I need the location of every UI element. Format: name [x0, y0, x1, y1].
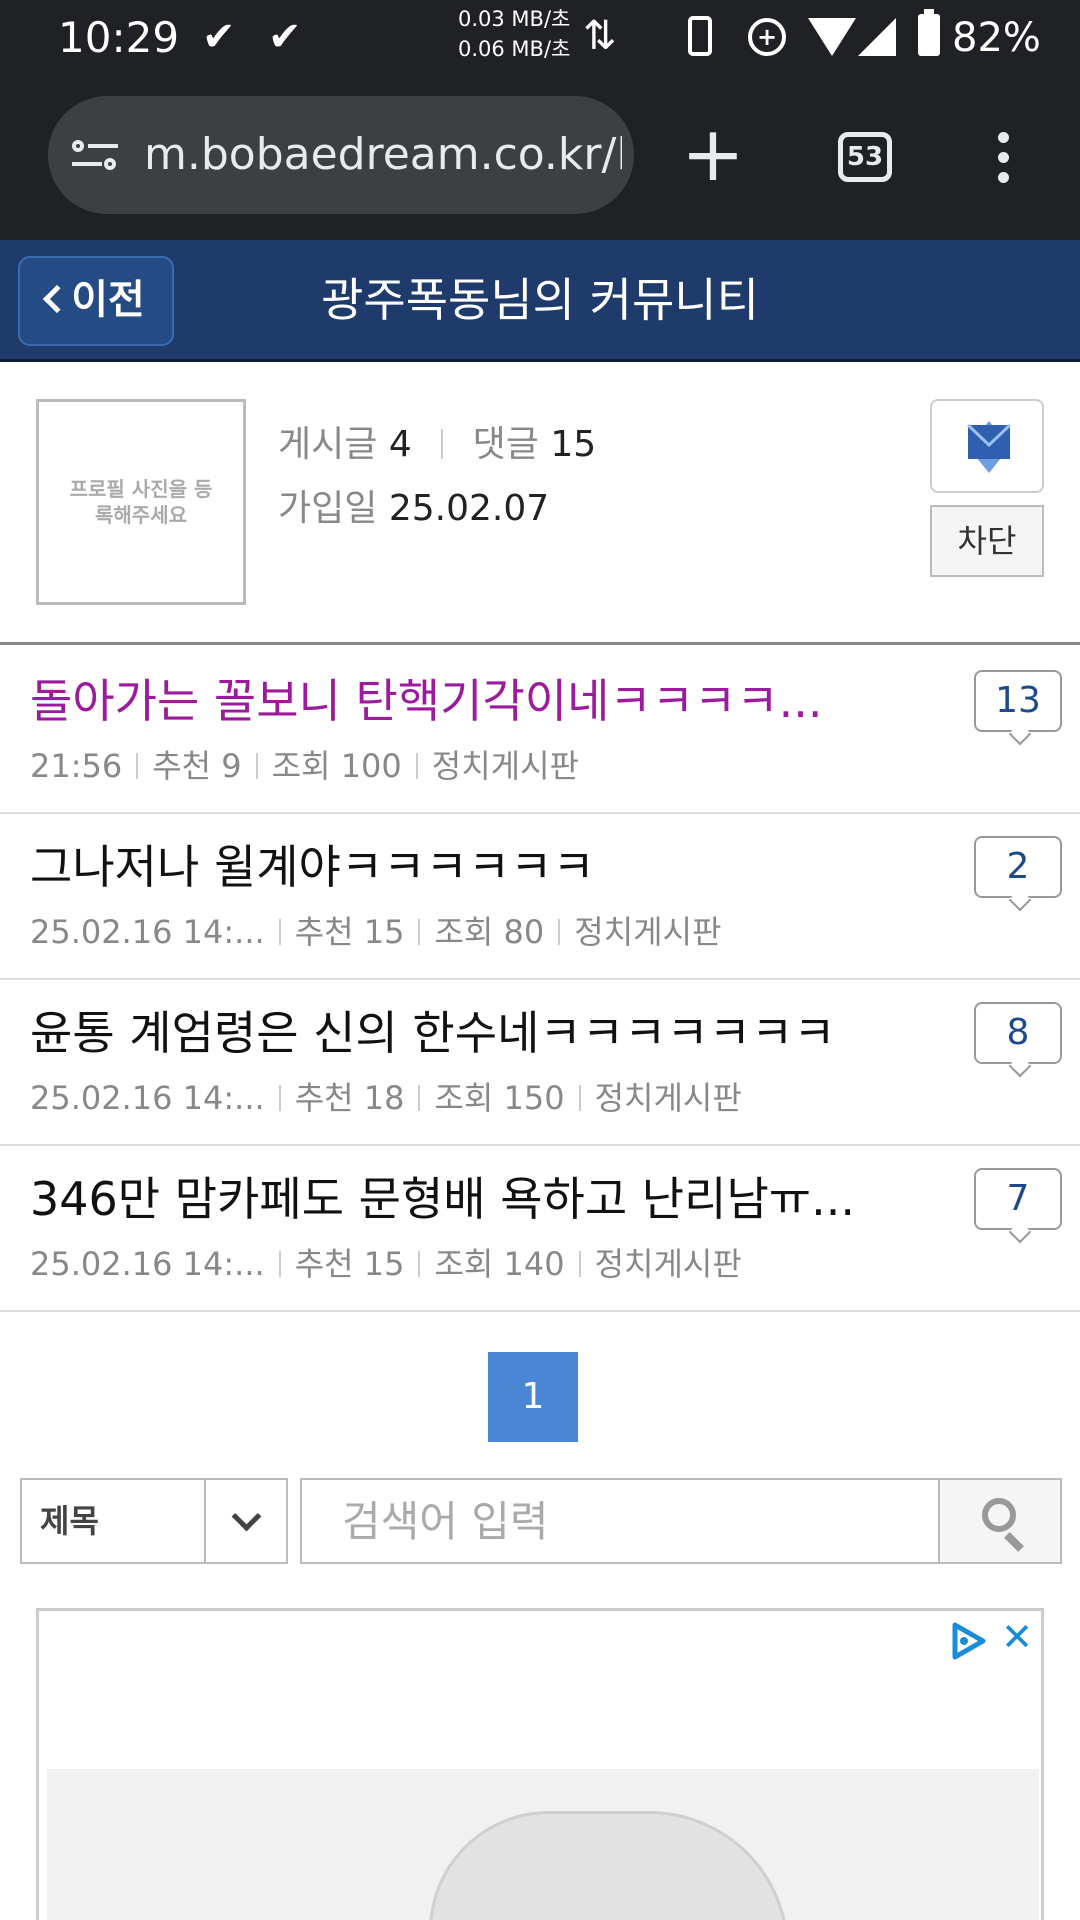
- adchoices-icon[interactable]: [949, 1621, 989, 1661]
- address-bar[interactable]: m.bobaedream.co.kr/l: [48, 96, 634, 214]
- post-meta: 25.02.16 14:... 추천 18 조회 150 정치게시판: [30, 1076, 742, 1120]
- post-date: 25.02.16 14:...: [30, 1079, 265, 1117]
- site-settings-icon[interactable]: [72, 134, 120, 176]
- post-views: 조회 80: [434, 913, 545, 951]
- post-likes: 추천 18: [294, 1079, 405, 1117]
- post-title[interactable]: 윤통 계엄령은 신의 한수네ㅋㅋㅋㅋㅋㅋㅋ: [30, 1002, 870, 1064]
- tab-switcher-button[interactable]: 53: [838, 132, 892, 182]
- network-speed: 0.03 MB/초 0.06 MB/초: [458, 4, 570, 64]
- post-views: 조회 140: [434, 1245, 565, 1283]
- post-meta: 25.02.16 14:... 추천 15 조회 140 정치게시판: [30, 1242, 742, 1286]
- check-icon: ✔: [202, 14, 236, 60]
- block-button[interactable]: 차단: [930, 505, 1044, 577]
- post-likes: 추천 15: [294, 913, 405, 951]
- data-saver-icon: +: [748, 18, 786, 56]
- post-board: 정치게시판: [431, 747, 579, 785]
- post-views: 조회 150: [434, 1079, 565, 1117]
- battery-icon: [918, 9, 940, 56]
- post-date: 25.02.16 14:...: [30, 913, 265, 951]
- post-title[interactable]: 346만 맘카페도 문형배 욕하고 난리남ㅠ...: [30, 1168, 870, 1230]
- chevron-left-icon: [43, 284, 72, 314]
- post-date: 25.02.16 14:...: [30, 1245, 265, 1283]
- clock: 10:29: [58, 13, 180, 62]
- posts-label: 게시글: [278, 424, 378, 465]
- back-label: 이전: [71, 277, 145, 323]
- browser-toolbar: m.bobaedream.co.kr/l + 53: [0, 78, 1080, 240]
- wifi-icon: [808, 18, 856, 56]
- list-item[interactable]: 윤통 계엄령은 신의 한수네ㅋㅋㅋㅋㅋㅋㅋ 25.02.16 14:... 추천 …: [0, 980, 1080, 1146]
- battery-level: 82%: [952, 15, 1041, 61]
- comment-count-badge[interactable]: 7: [974, 1168, 1062, 1230]
- message-button[interactable]: [930, 399, 1044, 493]
- joined-label: 가입일: [278, 488, 378, 529]
- url-text[interactable]: m.bobaedream.co.kr/l: [144, 126, 622, 184]
- signal-icon: [858, 18, 896, 56]
- post-meta: 25.02.16 14:... 추천 15 조회 80 정치게시판: [30, 910, 721, 954]
- avatar: 프로필 사진을 등록해주세요: [36, 399, 246, 605]
- post-board: 정치게시판: [574, 913, 722, 951]
- profile-section: 프로필 사진을 등록해주세요 게시글 4 댓글 15 가입일 25.02.07 …: [0, 365, 1080, 645]
- close-icon[interactable]: ✕: [999, 1617, 1035, 1657]
- search-icon: [982, 1498, 1016, 1532]
- search-button[interactable]: [938, 1478, 1062, 1564]
- post-board: 정치게시판: [594, 1079, 742, 1117]
- search-input[interactable]: [300, 1478, 940, 1564]
- activity-counts: 게시글 4 댓글 15: [278, 413, 596, 477]
- list-item[interactable]: 346만 맘카페도 문형배 욕하고 난리남ㅠ... 25.02.16 14:..…: [0, 1146, 1080, 1312]
- status-bar: 10:29 ✔ ✔ 0.03 MB/초 0.06 MB/초 ⇅ + 82%: [0, 0, 1080, 78]
- page-header: 이전 광주폭동님의 커뮤니티: [0, 240, 1080, 362]
- comments-count: 15: [550, 424, 597, 465]
- chevron-down-icon: [204, 1480, 286, 1562]
- profile-stats: 게시글 4 댓글 15 가입일 25.02.07: [278, 413, 596, 541]
- post-likes: 추천 9: [152, 747, 242, 785]
- check-icon: ✔: [268, 14, 302, 60]
- download-speed: 0.06 MB/초: [458, 37, 571, 61]
- page-number-current[interactable]: 1: [488, 1352, 578, 1442]
- comment-count-badge[interactable]: 2: [974, 836, 1062, 898]
- comment-count-badge[interactable]: 8: [974, 1002, 1062, 1064]
- post-title[interactable]: 돌아가는 꼴보니 탄핵기각이네ㅋㅋㅋㅋ...: [30, 670, 870, 732]
- joined-info: 가입일 25.02.07: [278, 477, 596, 541]
- posts-count: 4: [388, 424, 412, 465]
- list-item[interactable]: 돌아가는 꼴보니 탄핵기각이네ㅋㅋㅋㅋ... 21:56 추천 9 조회 100 정치…: [0, 648, 1080, 814]
- comments-label: 댓글: [472, 424, 539, 465]
- upload-speed: 0.03 MB/초: [458, 7, 571, 31]
- phone-icon: [688, 16, 712, 56]
- comment-count-badge[interactable]: 13: [974, 670, 1062, 732]
- data-transfer-icon: ⇅: [583, 13, 617, 59]
- post-date: 21:56: [30, 747, 123, 785]
- post-title[interactable]: 그나저나 윌계야ㅋㅋㅋㅋㅋㅋ: [30, 836, 870, 898]
- page-title: 광주폭동님의 커뮤니티: [321, 273, 759, 327]
- browser-menu-button[interactable]: [984, 130, 1024, 186]
- ad-banner[interactable]: ✕: [36, 1608, 1044, 1920]
- search-field-value: 제목: [40, 1502, 99, 1540]
- envelope-icon: [966, 421, 1012, 473]
- post-meta: 21:56 추천 9 조회 100 정치게시판: [30, 744, 579, 788]
- post-likes: 추천 15: [294, 1245, 405, 1283]
- list-item[interactable]: 그나저나 윌계야ㅋㅋㅋㅋㅋㅋ 25.02.16 14:... 추천 15 조회 80…: [0, 814, 1080, 980]
- back-button[interactable]: 이전: [18, 256, 174, 346]
- joined-date: 25.02.07: [388, 488, 550, 529]
- post-views: 조회 100: [271, 747, 402, 785]
- search-field-select[interactable]: 제목: [20, 1478, 288, 1564]
- post-board: 정치게시판: [594, 1245, 742, 1283]
- new-tab-button[interactable]: +: [678, 104, 748, 208]
